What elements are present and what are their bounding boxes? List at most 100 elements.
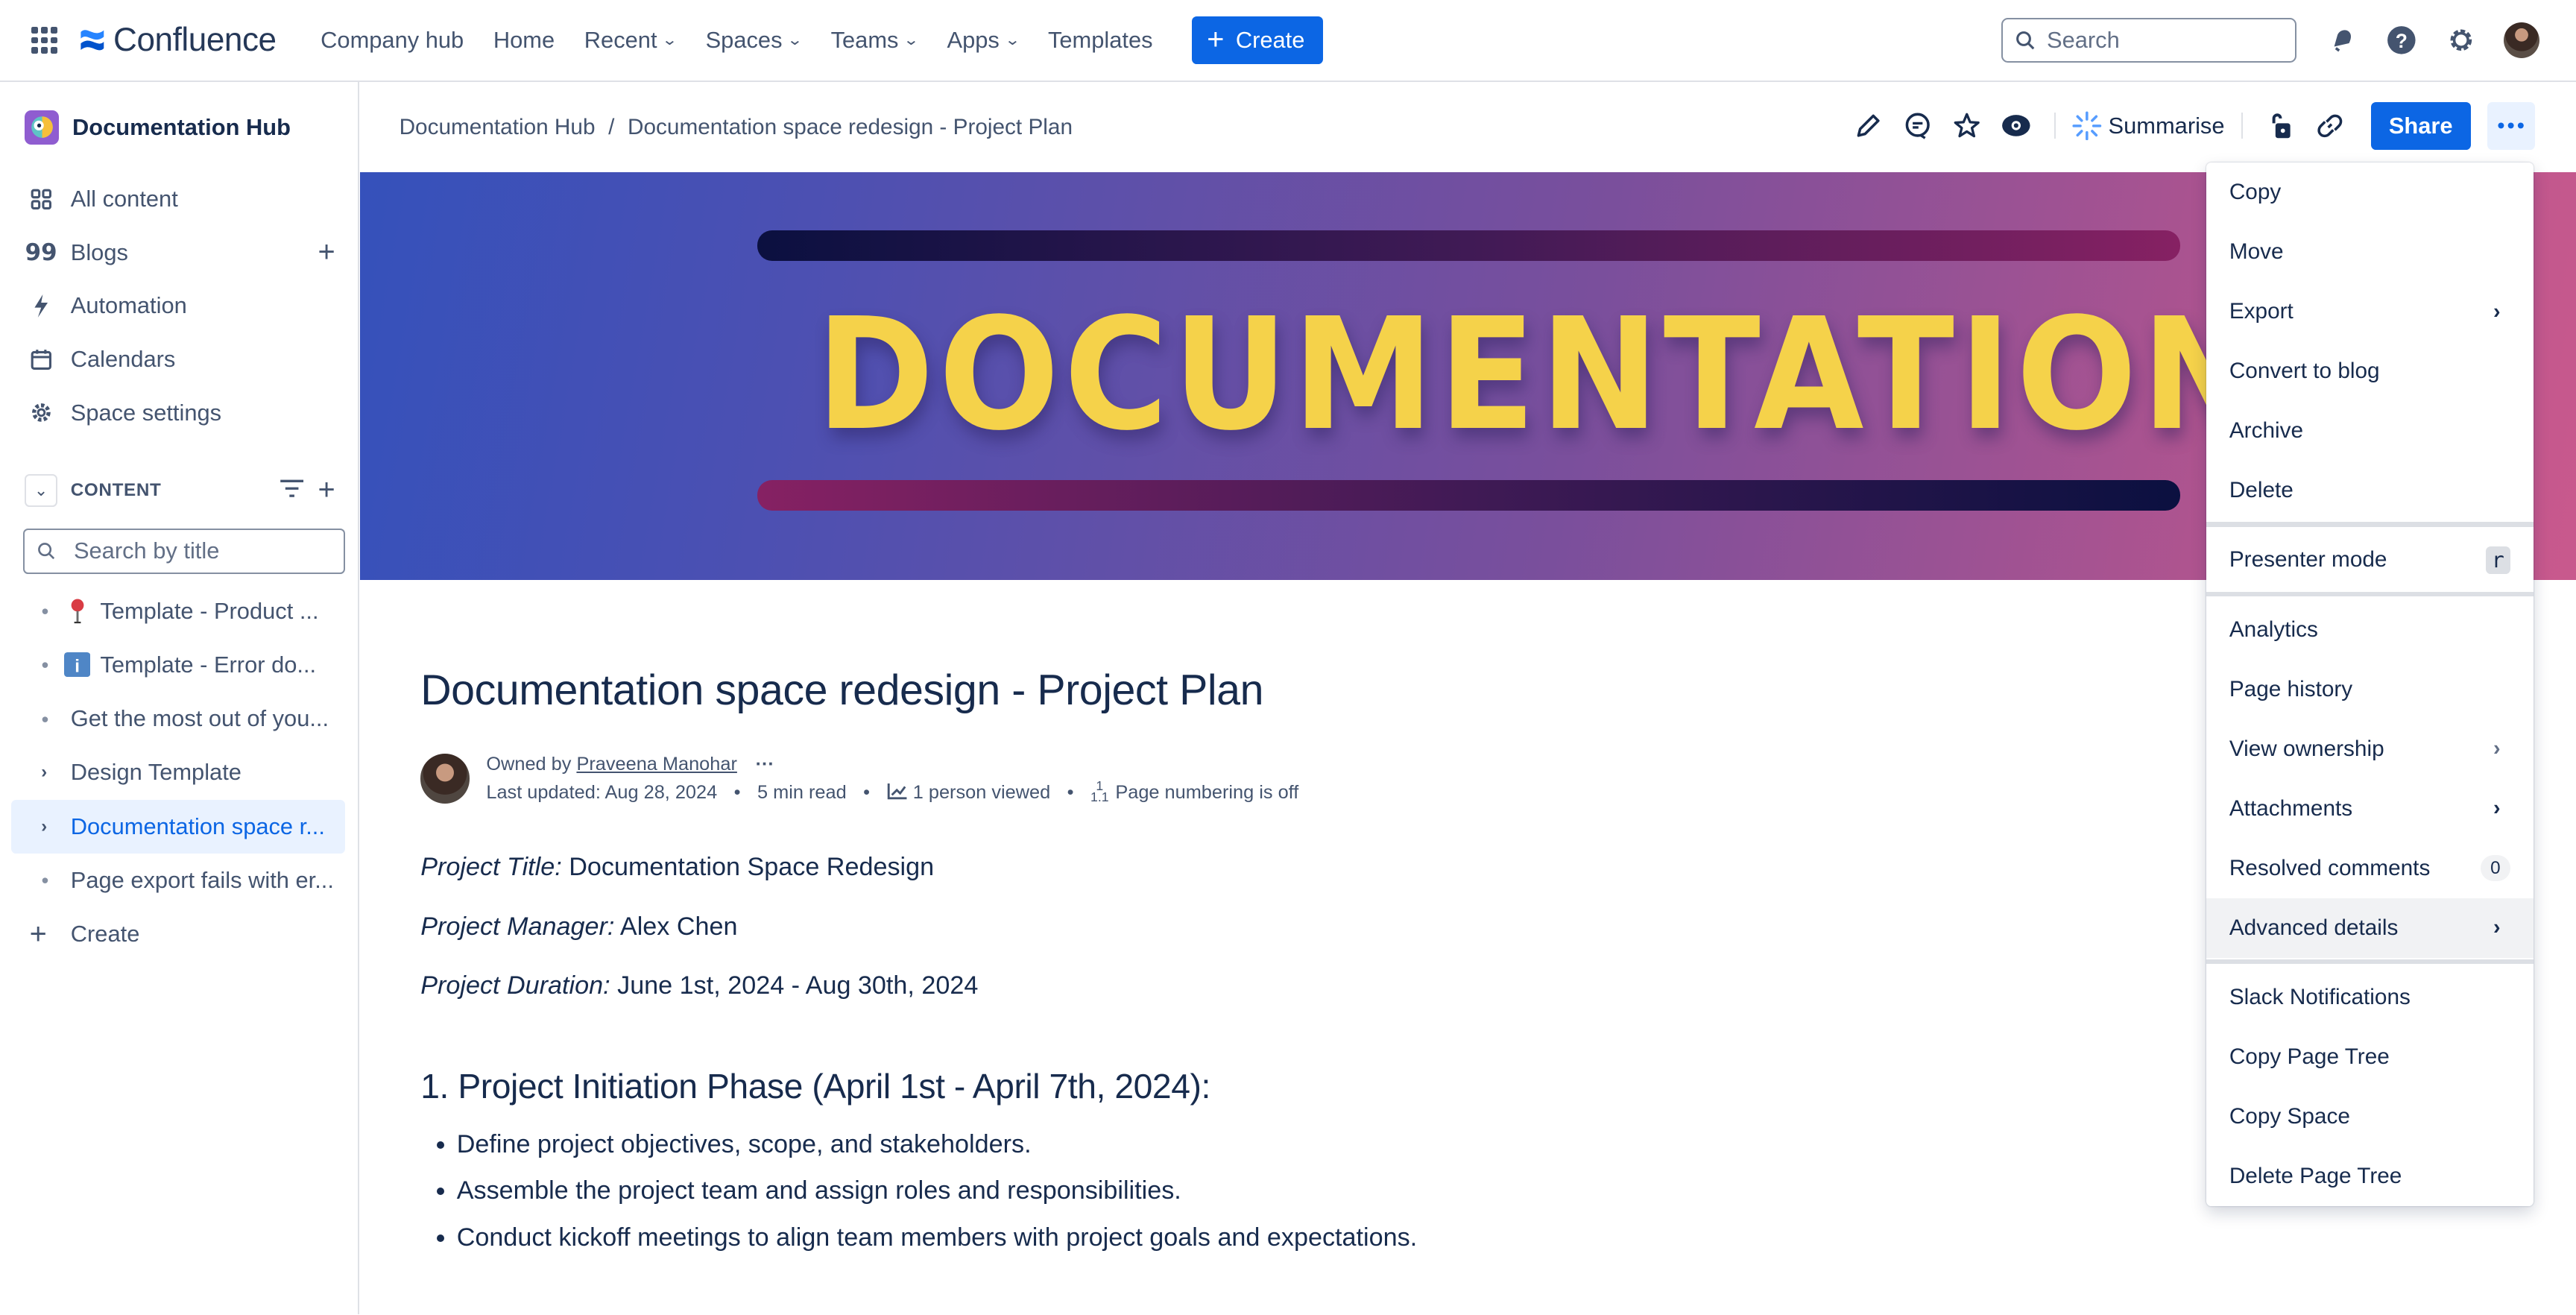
sidebar-item-calendars[interactable]: Calendars xyxy=(0,332,358,386)
menu-item-copy-space[interactable]: Copy Space xyxy=(2206,1087,2534,1147)
menu-item-label: Slack Notifications xyxy=(2229,984,2411,1009)
separator-dot: • xyxy=(863,781,871,803)
menu-item-delete[interactable]: Delete xyxy=(2206,461,2534,520)
menu-item-attachments[interactable]: Attachments › xyxy=(2206,779,2534,839)
tree-item[interactable]: › Design Template xyxy=(11,745,344,799)
menu-item-view-ownership[interactable]: View ownership › xyxy=(2206,719,2534,779)
nav-spaces[interactable]: Spaces ⌄ xyxy=(691,14,816,67)
notifications-icon[interactable] xyxy=(2326,24,2359,57)
tree-item[interactable]: ● i Template - Error do... xyxy=(11,638,344,692)
nav-teams[interactable]: Teams ⌄ xyxy=(816,14,932,67)
nav-home[interactable]: Home xyxy=(479,14,569,67)
views-count[interactable]: 1 person viewed xyxy=(913,782,1050,803)
menu-item-copy-page-tree[interactable]: Copy Page Tree xyxy=(2206,1027,2534,1087)
watch-eye-icon[interactable] xyxy=(2000,110,2033,142)
nav-apps[interactable]: Apps ⌄ xyxy=(932,14,1033,67)
search-icon xyxy=(2016,31,2035,50)
menu-item-resolved-comments[interactable]: Resolved comments 0 xyxy=(2206,839,2534,898)
sidebar-item-blogs[interactable]: 99 Blogs + xyxy=(0,226,358,280)
menu-divider xyxy=(2206,959,2534,965)
project-title-line: Project Title: Documentation Space Redes… xyxy=(420,849,2194,885)
tree-create-button[interactable]: + Create xyxy=(0,907,358,961)
menu-item-move[interactable]: Move xyxy=(2206,222,2534,282)
create-button[interactable]: + Create xyxy=(1192,16,1323,64)
menu-item-label: Convert to blog xyxy=(2229,359,2380,384)
unlocked-restrictions-icon[interactable] xyxy=(2264,110,2296,142)
menu-item-archive[interactable]: Archive xyxy=(2206,401,2534,461)
plus-icon: + xyxy=(29,917,47,950)
property-label: Project Manager: xyxy=(420,912,615,941)
sidebar-item-label: Calendars xyxy=(70,346,176,373)
menu-item-slack-notifications[interactable]: Slack Notifications xyxy=(2206,968,2534,1027)
global-search-input[interactable]: Search xyxy=(2001,18,2297,63)
content-section-header: ⌄ CONTENT + xyxy=(0,466,358,515)
edit-pencil-icon[interactable] xyxy=(1852,110,1885,142)
list-item: Assemble the project team and assign rol… xyxy=(457,1173,2195,1208)
menu-item-copy[interactable]: Copy xyxy=(2206,163,2534,222)
menu-item-label: Presenter mode xyxy=(2229,547,2387,573)
owner-link[interactable]: Praveena Manohar xyxy=(576,754,736,775)
tree-item[interactable]: ● Page export fails with er... xyxy=(11,854,344,907)
menu-item-label: Advanced details xyxy=(2229,915,2399,940)
space-header[interactable]: Documentation Hub xyxy=(0,82,358,172)
sidebar-item-space-settings[interactable]: Space settings xyxy=(0,386,358,440)
help-icon[interactable]: ? xyxy=(2385,24,2418,57)
share-button[interactable]: Share xyxy=(2370,101,2471,150)
page-numbering-status[interactable]: Page numbering is off xyxy=(1115,782,1298,803)
page-byline: Owned by Praveena Manohar ··· Last updat… xyxy=(420,751,2194,807)
menu-divider xyxy=(2206,591,2534,597)
menu-item-delete-page-tree[interactable]: Delete Page Tree xyxy=(2206,1147,2534,1206)
chevron-down-icon: ⌄ xyxy=(661,31,678,48)
space-logo-icon xyxy=(25,110,60,145)
banner-text: DOCUMENTATION xyxy=(816,285,2265,465)
breadcrumb-space[interactable]: Documentation Hub xyxy=(400,115,596,140)
search-placeholder: Search xyxy=(2047,26,2120,53)
comment-icon[interactable] xyxy=(1901,110,1934,142)
menu-item-label: View ownership xyxy=(2229,736,2384,761)
app-switcher-icon[interactable] xyxy=(31,27,58,54)
sidebar-item-label: Space settings xyxy=(70,399,222,426)
menu-item-page-history[interactable]: Page history xyxy=(2206,660,2534,719)
chevron-right-icon[interactable]: › xyxy=(41,762,64,783)
breadcrumb-page[interactable]: Documentation space redesign - Project P… xyxy=(628,115,1073,140)
menu-item-presenter-mode[interactable]: Presenter mode r xyxy=(2206,530,2534,590)
confluence-logo[interactable]: Confluence xyxy=(78,22,277,59)
star-icon[interactable] xyxy=(1951,110,1983,142)
more-byline-icon[interactable]: ··· xyxy=(756,754,774,775)
nav-recent[interactable]: Recent ⌄ xyxy=(569,14,691,67)
copy-link-icon[interactable] xyxy=(2314,110,2346,142)
summarise-button[interactable]: Summarise xyxy=(2072,111,2225,141)
menu-item-convert-to-blog[interactable]: Convert to blog xyxy=(2206,341,2534,401)
create-label: Create xyxy=(70,921,140,947)
list-item: Define project objectives, scope, and st… xyxy=(457,1126,2195,1162)
banner-bar-top xyxy=(757,230,2180,262)
sidebar-item-all-content[interactable]: All content xyxy=(0,172,358,226)
tree-item-selected[interactable]: › Documentation space r... xyxy=(11,799,345,854)
separator-dot: • xyxy=(1067,781,1074,803)
nav-company-hub[interactable]: Company hub xyxy=(306,14,479,67)
menu-item-analytics[interactable]: Analytics xyxy=(2206,600,2534,660)
settings-icon[interactable] xyxy=(2445,24,2478,57)
tree-item[interactable]: ● Get the most out of you... xyxy=(11,692,344,745)
more-actions-button[interactable] xyxy=(2487,101,2535,150)
sidebar-item-automation[interactable]: Automation xyxy=(0,280,358,333)
sidebar-item-label: All content xyxy=(70,186,178,212)
chevron-right-icon[interactable]: › xyxy=(41,816,64,837)
list-item: Conduct kickoff meetings to align team m… xyxy=(457,1220,2195,1255)
owner-avatar[interactable] xyxy=(420,754,470,804)
more-dots-icon xyxy=(2498,122,2524,129)
breadcrumb: Documentation Hub / Documentation space … xyxy=(400,115,1073,140)
collapse-content-button[interactable]: ⌄ xyxy=(25,473,58,507)
profile-avatar[interactable] xyxy=(2503,22,2540,59)
space-sidebar: Documentation Hub All content 99 Blogs +… xyxy=(0,82,360,1315)
menu-item-label: Copy Space xyxy=(2229,1103,2350,1129)
tree-item[interactable]: ● Template - Product ... xyxy=(11,584,344,637)
add-blog-icon[interactable]: + xyxy=(318,236,335,269)
filter-icon[interactable] xyxy=(279,476,305,505)
gear-icon xyxy=(30,401,53,424)
menu-item-export[interactable]: Export › xyxy=(2206,282,2534,341)
menu-item-advanced-details[interactable]: Advanced details › xyxy=(2206,898,2534,958)
nav-templates[interactable]: Templates xyxy=(1033,14,1167,67)
add-content-icon[interactable]: + xyxy=(318,475,335,505)
search-by-title-input[interactable]: Search by title xyxy=(22,528,345,575)
